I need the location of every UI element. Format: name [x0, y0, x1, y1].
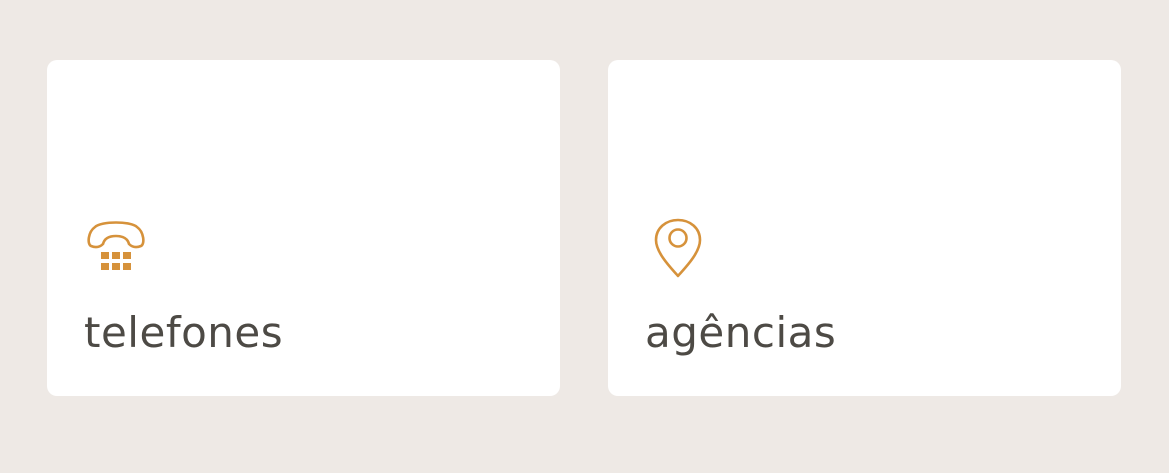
card-label-agencias: agências — [645, 308, 837, 357]
map-pin-icon — [644, 216, 710, 282]
card-agencias[interactable]: agências — [608, 60, 1121, 396]
card-telefones[interactable]: telefones — [47, 60, 560, 396]
card-label-telefones: telefones — [84, 308, 284, 357]
phone-keypad-icon — [83, 216, 149, 282]
